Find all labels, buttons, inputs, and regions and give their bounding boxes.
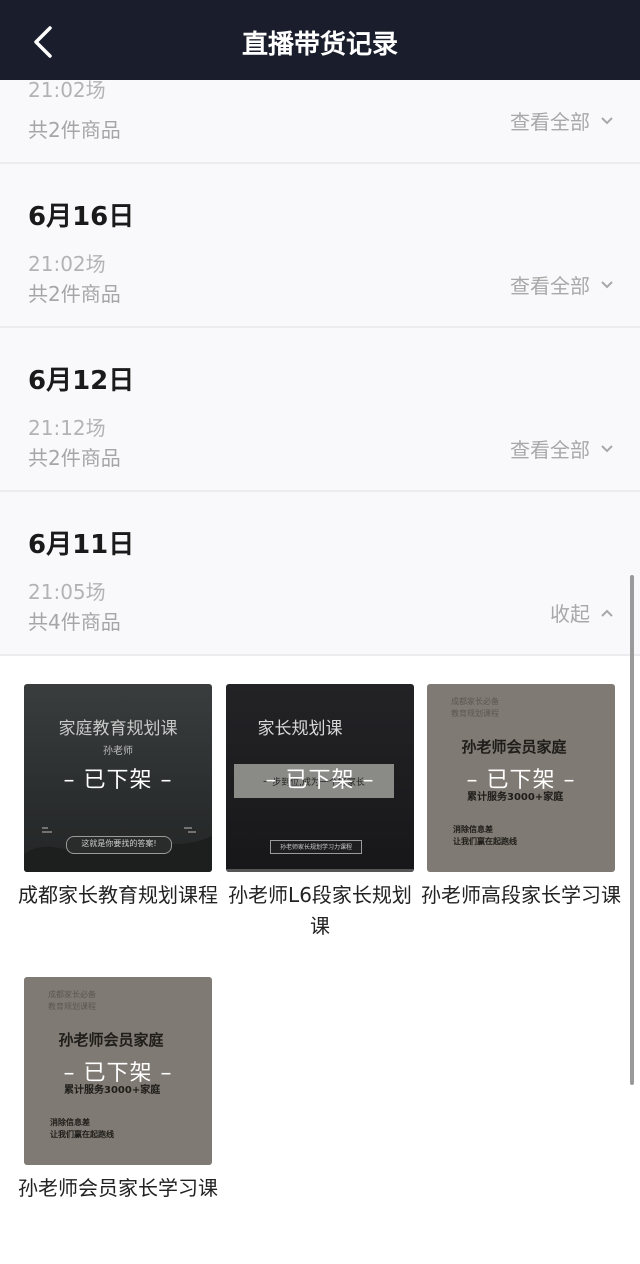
thumb-tiny-2: 教育规划课程 (48, 1002, 96, 1011)
toggle-label: 收起 (550, 602, 590, 626)
product-count: 共2件商品 (28, 282, 121, 306)
delisted-label: – 已下架 – (265, 768, 375, 793)
toggle-label: 查看全部 (510, 274, 590, 298)
thumb-tiny-1: 成都家长必备 (451, 697, 499, 706)
live-session-section: 6月16日 21:02场 共2件商品 查看全部 (0, 164, 640, 328)
view-all-button[interactable]: 查看全部 (510, 106, 614, 135)
collapse-button[interactable]: 收起 (550, 598, 614, 627)
product-name: 孙老师高段家长学习课 (421, 883, 621, 907)
thumb-bottom-line (226, 869, 414, 872)
product-name: 孙老师L6段家长规划课 (228, 883, 412, 938)
session-time: 21:05场 (28, 580, 106, 604)
view-all-button[interactable]: 查看全部 (510, 434, 614, 463)
thumb-note-1: 消除信息差 (50, 1118, 90, 1127)
thumb-note-2: 让我们赢在起跑线 (50, 1130, 114, 1139)
toggle-label: 查看全部 (510, 110, 590, 134)
delisted-label: – 已下架 – (63, 768, 173, 793)
delisted-label: – 已下架 – (466, 768, 576, 793)
thumb-tiny-2: 教育规划课程 (451, 709, 499, 718)
product-grid: 家庭教育规划课 孙老师 这就是你要找的答案! – 已下架 – 成都家长教育规划课… (0, 656, 640, 1264)
thumb-footer: 这就是你要找的答案! (81, 839, 157, 848)
product-thumbnail: 家长规划课 一步到位,成为一个好家长 孙老师家长规划学习力课程 – 已下架 – (226, 684, 414, 872)
thumb-footer-box: 孙老师家长规划学习力课程 (270, 840, 362, 854)
top-nav-bar: 直播带货记录 (0, 0, 640, 80)
live-session-section: 6月12日 21:12场 共2件商品 查看全部 (0, 328, 640, 492)
thumb-tiny-1: 成都家长必备 (48, 990, 96, 999)
session-date: 6月16日 (28, 202, 135, 232)
product-thumbnail: 成都家长必备 教育规划课程 孙老师会员家庭 累计服务3000+家庭 消除信息差 … (24, 977, 212, 1165)
session-date: 6月11日 (28, 530, 135, 560)
session-date: 6月12日 (28, 366, 135, 396)
thumb-subtitle: 孙老师 (103, 746, 133, 757)
product-count: 共4件商品 (28, 610, 121, 634)
toggle-label: 查看全部 (510, 438, 590, 462)
thumb-note-1: 消除信息差 (453, 825, 493, 834)
chevron-down-icon (601, 116, 613, 124)
product-thumbnail: 家庭教育规划课 孙老师 这就是你要找的答案! – 已下架 – (24, 684, 212, 872)
thumb-title: 孙老师会员家庭 (461, 738, 567, 756)
chevron-up-icon (601, 609, 613, 617)
thumb-footer-pill: 这就是你要找的答案! (66, 836, 172, 854)
thumb-title: 孙老师会员家庭 (58, 1031, 164, 1049)
page-title: 直播带货记录 (241, 30, 398, 60)
live-session-section: 6月11日 21:05场 共4件商品 收起 (0, 492, 640, 656)
product-count: 共2件商品 (28, 446, 121, 470)
product-thumbnail: 成都家长必备 教育规划课程 孙老师会员家庭 累计服务3000+家庭 消除信息差 … (427, 684, 615, 872)
scrollbar[interactable] (630, 575, 634, 1085)
thumb-title: 家庭教育规划课 (58, 719, 178, 739)
session-time: 21:12场 (28, 416, 106, 440)
chevron-down-icon (601, 280, 613, 288)
thumb-title: 家长规划课 (257, 719, 343, 739)
product-name: 成都家长教育规划课程 (18, 883, 218, 907)
session-time: 21:02场 (28, 252, 106, 276)
thumb-footer: 孙老师家长规划学习力课程 (279, 844, 352, 851)
delisted-label: – 已下架 – (63, 1061, 173, 1086)
thumb-note-2: 让我们赢在起跑线 (453, 837, 517, 846)
product-count: 共2件商品 (28, 118, 121, 142)
product-name: 孙老师会员家长学习课 (18, 1176, 218, 1200)
chevron-down-icon (601, 444, 613, 452)
view-all-button[interactable]: 查看全部 (510, 270, 614, 299)
